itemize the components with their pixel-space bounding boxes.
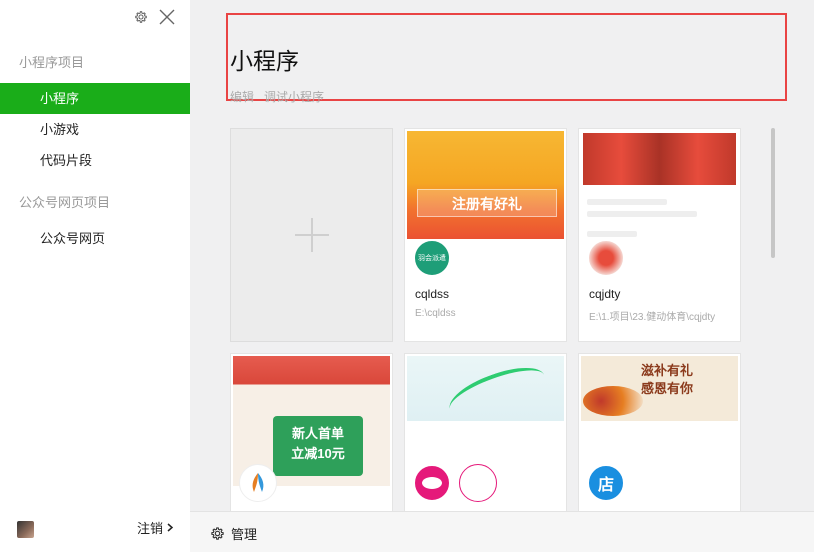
- avatar[interactable]: [17, 521, 34, 538]
- project-card[interactable]: [404, 353, 567, 511]
- main-panel: 小程序 编辑 调试小程序 注册有好礼 羽会派遣 cqldss E:\cqldss: [190, 0, 814, 552]
- sidebar-item-code-snippet[interactable]: 代码片段: [0, 145, 190, 176]
- app-icon-secondary: [459, 464, 497, 502]
- app-icon: 店: [587, 464, 625, 502]
- sidebar-item-minigame[interactable]: 小游戏: [0, 114, 190, 145]
- page-title: 小程序: [230, 48, 299, 74]
- project-name: cqldss: [415, 287, 450, 301]
- edit-link[interactable]: 编辑: [230, 88, 254, 105]
- sidebar-item-web[interactable]: 公众号网页: [0, 223, 190, 254]
- app-icon: [587, 239, 625, 277]
- gear-icon[interactable]: [132, 8, 150, 26]
- title-links: 编辑 调试小程序: [230, 88, 324, 105]
- thumbnail-banner: 注册有好礼: [417, 189, 557, 217]
- thumbnail-title: 滋补有礼 感恩有你: [641, 363, 694, 396]
- debug-link[interactable]: 调试小程序: [264, 88, 324, 105]
- project-path: E:\1.项目\23.健动体育\cqjdty: [589, 312, 716, 323]
- app-icon: [413, 464, 451, 502]
- app-icon: 羽会派遣: [413, 239, 451, 277]
- window-controls: [132, 8, 176, 26]
- logout-button[interactable]: 注销: [137, 518, 174, 537]
- manage-label: 管理: [231, 527, 258, 542]
- logout-label: 注销: [136, 521, 163, 536]
- add-project-card[interactable]: [230, 128, 393, 342]
- close-icon[interactable]: [158, 8, 176, 26]
- scrollbar[interactable]: [771, 128, 775, 258]
- project-name: cqjdty: [589, 287, 621, 301]
- project-path: E:\cqldss: [415, 308, 456, 319]
- sidebar: 小程序项目 小程序 小游戏 代码片段 公众号网页项目 公众号网页 注销: [0, 0, 190, 552]
- section-title-miniprogram: 小程序项目: [19, 55, 85, 70]
- bottom-bar: 管理: [190, 511, 814, 552]
- project-card[interactable]: 新人首单 立减10元: [230, 353, 393, 511]
- manage-button[interactable]: 管理: [210, 524, 257, 543]
- gear-icon: [211, 527, 224, 540]
- project-card[interactable]: 滋补有礼 感恩有你 店: [578, 353, 741, 511]
- sidebar-item-miniprogram[interactable]: 小程序: [0, 83, 190, 114]
- thumbnail-coupon: 新人首单 立减10元: [273, 416, 363, 476]
- plus-icon: [294, 218, 329, 252]
- chevron-right-icon: [167, 523, 174, 532]
- project-grid: 注册有好礼 羽会派遣 cqldss E:\cqldss cqjdty E:\1.…: [230, 128, 750, 511]
- project-card-cqldss[interactable]: 注册有好礼 羽会派遣 cqldss E:\cqldss: [404, 128, 567, 342]
- app-icon: [239, 464, 277, 502]
- project-card-cqjdty[interactable]: cqjdty E:\1.项目\23.健动体育\cqjdty: [578, 128, 741, 342]
- user-info: [17, 521, 34, 538]
- section-title-web: 公众号网页项目: [19, 195, 111, 210]
